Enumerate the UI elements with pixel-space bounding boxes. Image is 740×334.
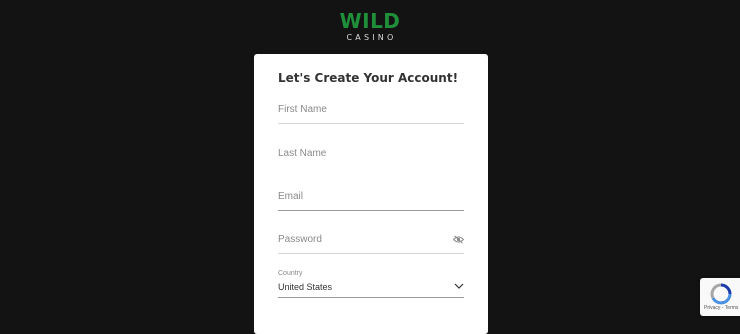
country-label: Country	[278, 270, 303, 277]
chevron-down-icon	[454, 283, 464, 289]
signup-card: Let's Create Your Account! First Name La…	[254, 54, 488, 334]
country-select[interactable]: United States	[278, 280, 464, 298]
password-field[interactable]: Password	[278, 232, 464, 254]
email-underline	[278, 210, 464, 211]
logo-word: WILD	[339, 9, 401, 33]
last-name-placeholder: Last Name	[278, 148, 327, 159]
recaptcha-icon	[710, 283, 732, 305]
email-placeholder: Email	[278, 191, 304, 202]
recaptcha-badge[interactable]: Privacy - Terms	[700, 278, 740, 316]
logo-subtitle: CASINO	[346, 33, 397, 42]
last-name-field[interactable]: Last Name	[278, 146, 464, 168]
country-value: United States	[278, 282, 333, 292]
first-name-field[interactable]: First Name	[278, 102, 464, 124]
password-underline	[278, 253, 464, 254]
first-name-underline	[278, 123, 464, 124]
password-placeholder: Password	[278, 234, 322, 245]
eye-off-icon[interactable]	[453, 235, 464, 244]
form-title: Let's Create Your Account!	[278, 71, 459, 85]
wild-casino-logo[interactable]: WILD CASINO	[0, 10, 740, 43]
recaptcha-links[interactable]: Privacy - Terms	[704, 305, 738, 311]
email-field[interactable]: Email	[278, 189, 464, 211]
first-name-placeholder: First Name	[278, 104, 327, 115]
